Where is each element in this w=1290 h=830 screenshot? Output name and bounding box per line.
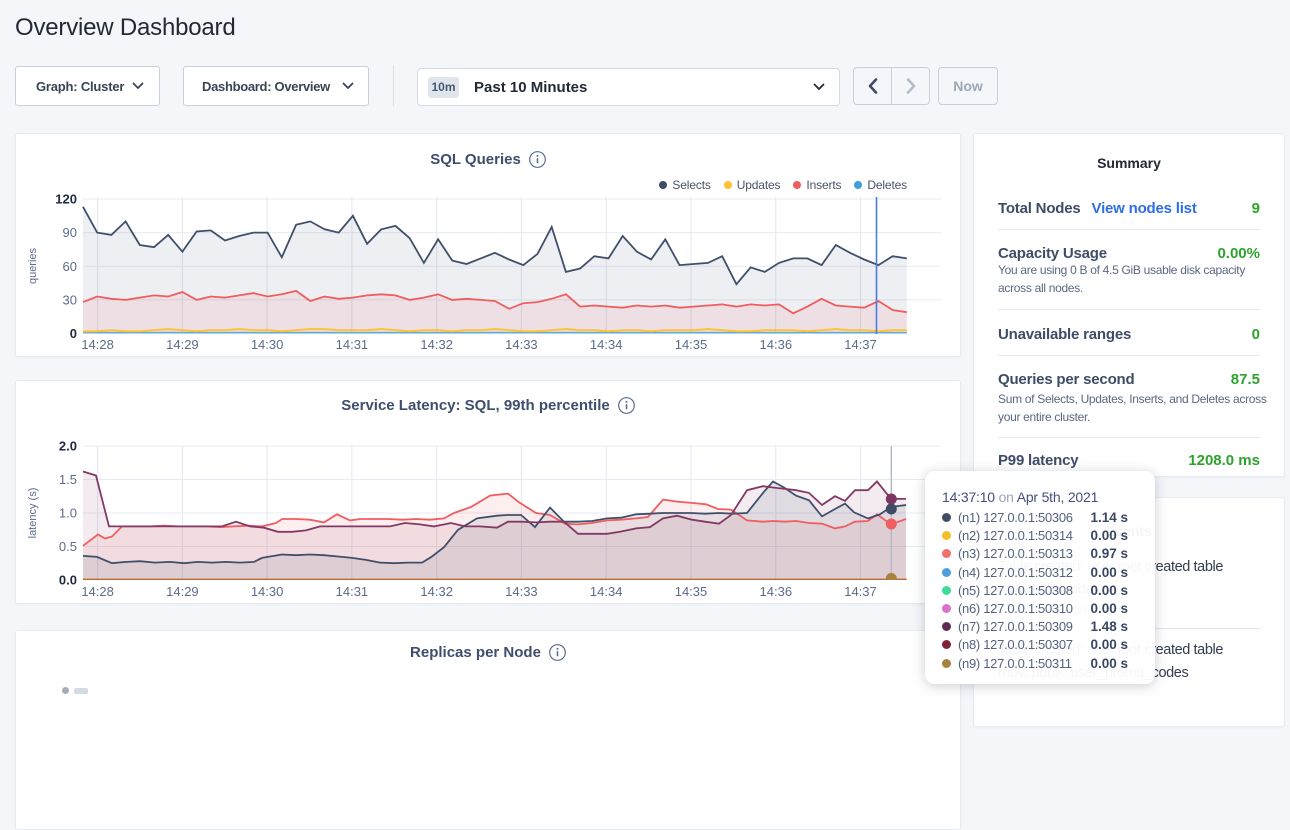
svg-text:14:31: 14:31 [336,337,369,352]
svg-text:14:28: 14:28 [81,584,114,599]
svg-text:14:37: 14:37 [844,337,877,352]
svg-text:queries: queries [27,247,39,284]
svg-text:14:29: 14:29 [166,584,199,599]
svg-text:14:33: 14:33 [505,337,538,352]
svg-text:14:31: 14:31 [336,584,369,599]
svg-text:14:30: 14:30 [251,584,284,599]
svg-text:14:37: 14:37 [844,584,877,599]
svg-text:14:33: 14:33 [505,584,538,599]
svg-text:90: 90 [63,225,77,240]
svg-text:14:28: 14:28 [81,337,114,352]
svg-text:14:32: 14:32 [420,337,453,352]
svg-text:2.0: 2.0 [59,439,77,454]
svg-text:14:36: 14:36 [760,584,793,599]
svg-text:14:35: 14:35 [675,584,708,599]
svg-text:14:30: 14:30 [251,337,284,352]
svg-text:latency (s): latency (s) [27,488,39,539]
svg-text:14:36: 14:36 [760,337,793,352]
svg-text:14:34: 14:34 [590,584,623,599]
svg-text:0.0: 0.0 [59,573,77,588]
svg-text:0.5: 0.5 [59,539,77,554]
svg-text:1.0: 1.0 [59,506,77,521]
svg-text:60: 60 [63,259,77,274]
svg-text:14:29: 14:29 [166,337,199,352]
svg-text:0: 0 [70,326,77,341]
svg-text:14:35: 14:35 [675,337,708,352]
svg-text:14:32: 14:32 [420,584,453,599]
svg-text:1.5: 1.5 [59,472,77,487]
svg-text:120: 120 [55,192,77,207]
svg-text:14:34: 14:34 [590,337,623,352]
svg-text:30: 30 [63,292,77,307]
